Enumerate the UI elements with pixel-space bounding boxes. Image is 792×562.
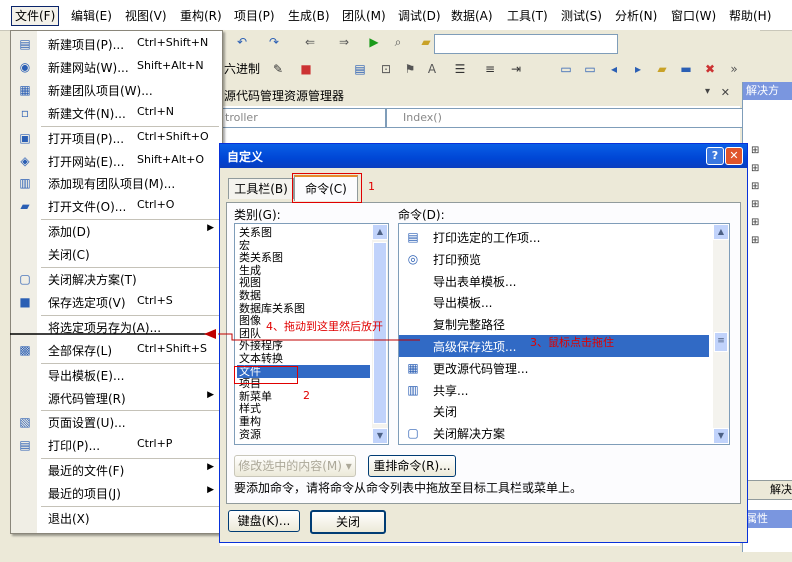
annotation-step4: 4、拖动到这里然后放开 (266, 320, 383, 333)
drag-path-line (218, 333, 420, 341)
drag-arrow-overlay (10, 329, 420, 341)
annotation-step3: 3、鼠标点击拖住 (530, 336, 614, 349)
drag-arrow-head (204, 329, 216, 339)
